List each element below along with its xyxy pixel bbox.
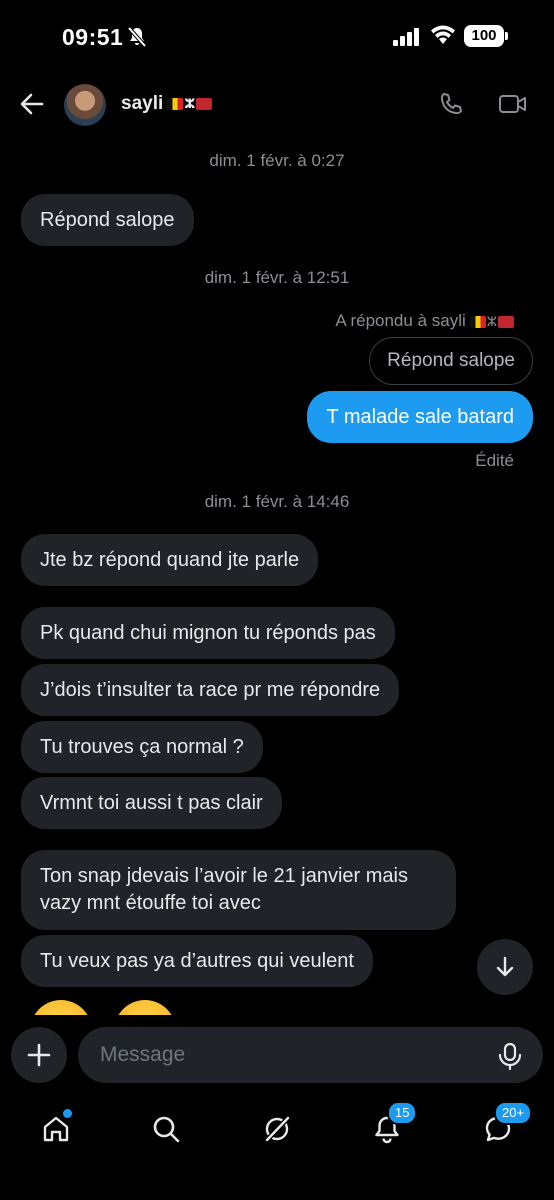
- edited-label: Édité: [475, 451, 514, 470]
- microphone-icon[interactable]: [497, 1042, 523, 1070]
- amazigh-symbol-icon: ⵣ: [486, 313, 497, 329]
- phone-call-icon[interactable]: [438, 91, 464, 117]
- received-message[interactable]: Ton snap jdevais l’avoir le 21 janvier m…: [21, 850, 456, 930]
- received-message[interactable]: Tu trouves ça normal ?: [21, 721, 263, 773]
- bottom-navigation: 15 20+: [0, 1095, 554, 1200]
- amazigh-symbol-icon: ⵣ: [184, 95, 196, 111]
- video-call-icon[interactable]: [498, 91, 528, 117]
- timestamp: dim. 1 févr. à 14:46: [204, 492, 350, 511]
- morocco-flag-icon: [196, 97, 213, 110]
- quoted-message[interactable]: Répond salope: [369, 337, 533, 385]
- scroll-to-bottom-button[interactable]: [477, 939, 533, 995]
- nav-notifications[interactable]: 15: [367, 1101, 418, 1149]
- timestamp: dim. 1 févr. à 0:27: [209, 151, 345, 170]
- received-message[interactable]: J’dois t’insulter ta race pr me répondre: [21, 664, 400, 716]
- add-attachment-button[interactable]: [11, 1027, 67, 1083]
- home-notification-dot: [61, 1107, 74, 1120]
- received-message[interactable]: Répond salope: [21, 194, 194, 246]
- cellular-signal-icon: [393, 28, 419, 46]
- battery-tip: [505, 32, 508, 40]
- timestamp: dim. 1 févr. à 12:51: [204, 268, 350, 287]
- bell-off-icon: [127, 26, 147, 48]
- plus-icon: [27, 1043, 51, 1067]
- conversation-header: sayli ⵣ: [0, 76, 554, 136]
- belgium-flag-icon: [469, 315, 486, 328]
- nav-home[interactable]: [36, 1107, 76, 1149]
- received-message[interactable]: Jte bz répond quand jte parle: [21, 534, 319, 586]
- received-message[interactable]: Pk quand chui mignon tu réponds pas: [21, 607, 395, 659]
- message-input[interactable]: [78, 1027, 543, 1083]
- contact-name[interactable]: sayli ⵣ: [121, 93, 213, 115]
- grok-icon: [265, 1116, 290, 1142]
- status-bar: 09:51 100: [0, 0, 554, 76]
- nav-grok[interactable]: [257, 1109, 297, 1149]
- messages-badge: 20+: [494, 1101, 533, 1125]
- notifications-badge: 15: [387, 1101, 418, 1125]
- arrow-down-icon: [496, 956, 514, 977]
- received-message[interactable]: Vrmnt toi aussi t pas clair: [21, 777, 282, 829]
- morocco-flag-icon: [498, 315, 514, 328]
- contact-name-text: sayli: [121, 93, 164, 114]
- back-arrow-icon[interactable]: [18, 90, 46, 118]
- message-composer: [0, 1015, 554, 1095]
- search-icon: [153, 1116, 180, 1143]
- received-message[interactable]: Tu veux pas ya d’autres qui veulent: [21, 935, 373, 987]
- contact-avatar[interactable]: [64, 84, 106, 126]
- nav-messages[interactable]: 20+: [478, 1101, 533, 1149]
- status-time: 09:51: [62, 24, 124, 50]
- reply-context: A répondu à sayli ⵣ: [335, 311, 514, 331]
- sent-message[interactable]: T malade sale batard: [307, 391, 533, 443]
- reply-context-text: A répondu à sayli: [335, 311, 466, 330]
- nav-search[interactable]: [146, 1109, 186, 1149]
- wifi-icon: [431, 25, 455, 44]
- battery-indicator: 100: [464, 25, 504, 47]
- belgium-flag-icon: [167, 97, 184, 110]
